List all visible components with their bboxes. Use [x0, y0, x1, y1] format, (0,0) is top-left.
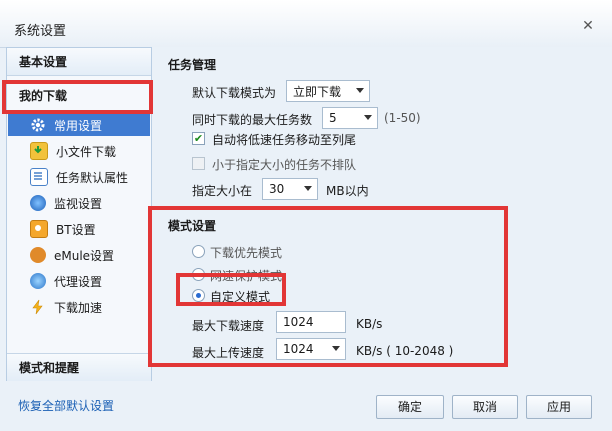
max-tasks-select[interactable]: 5	[322, 107, 378, 129]
gear-icon	[30, 117, 46, 133]
apply-button[interactable]: 应用	[526, 395, 592, 419]
skip-small-checkbox[interactable]	[192, 157, 205, 170]
proxy-icon	[30, 273, 46, 289]
max-tasks-label: 同时下载的最大任务数	[192, 113, 313, 127]
task-properties-icon	[30, 168, 48, 186]
annotation-highlight-custom-mode	[176, 273, 286, 306]
default-mode-label: 默认下载模式为	[192, 86, 277, 100]
skip-small-label: 小于指定大小的任务不排队	[212, 158, 357, 172]
nav-item-emule-settings[interactable]: eMule设置	[8, 244, 150, 266]
nav-item-label: 常用设置	[54, 118, 103, 133]
nav-item-small-file-download[interactable]: 小文件下载	[8, 140, 150, 162]
monitor-icon	[30, 195, 46, 211]
nav-header-basic[interactable]: 基本设置	[7, 48, 151, 76]
close-button[interactable]: ✕	[576, 16, 600, 36]
nav-item-label: 任务默认属性	[56, 170, 129, 185]
nav-item-task-default-properties[interactable]: 任务默认属性	[8, 166, 150, 188]
nav-item-common-settings[interactable]: 常用设置	[8, 114, 150, 136]
restore-defaults-link[interactable]: 恢复全部默认设置	[18, 397, 114, 414]
emule-icon	[30, 247, 46, 263]
chevron-down-icon	[364, 115, 372, 120]
chevron-down-icon	[356, 88, 364, 93]
default-mode-select[interactable]: 立即下载	[286, 80, 370, 102]
nav-item-label: BT设置	[56, 222, 96, 237]
chevron-down-icon	[304, 186, 312, 191]
small-file-download-icon	[30, 142, 48, 160]
cancel-button[interactable]: 取消	[452, 395, 518, 419]
nav-item-bt-settings[interactable]: BT设置	[8, 218, 150, 240]
window-title: 系统设置	[14, 24, 67, 39]
nav-item-download-acceleration[interactable]: 下载加速	[8, 296, 150, 318]
lightning-icon	[30, 299, 46, 315]
nav-item-label: eMule设置	[54, 248, 115, 263]
size-unit: MB以内	[326, 184, 369, 198]
size-value: 30	[269, 182, 285, 196]
max-tasks-value: 5	[329, 111, 337, 125]
nav-header-mode-reminder[interactable]: 模式和提醒	[7, 353, 151, 381]
nav-item-label: 代理设置	[54, 274, 103, 289]
ok-button[interactable]: 确定	[376, 395, 444, 419]
max-tasks-range: (1-50)	[384, 111, 421, 125]
nav-item-proxy-settings[interactable]: 代理设置	[8, 270, 150, 292]
auto-move-checkbox[interactable]: ✔	[192, 132, 205, 145]
bt-icon	[30, 220, 48, 238]
default-mode-value: 立即下载	[293, 84, 342, 99]
task-section-title: 任务管理	[168, 58, 217, 72]
size-select[interactable]: 30	[262, 178, 318, 200]
nav-item-label: 监视设置	[54, 196, 103, 211]
nav-item-monitor-settings[interactable]: 监视设置	[8, 192, 150, 214]
title-bar	[0, 0, 612, 48]
nav-item-label: 小文件下载	[56, 144, 117, 159]
annotation-highlight-my-download	[2, 80, 153, 114]
size-label: 指定大小在	[192, 184, 253, 198]
close-icon: ✕	[582, 18, 594, 34]
auto-move-label: 自动将低速任务移动至列尾	[212, 133, 357, 147]
nav-item-label: 下载加速	[54, 300, 103, 315]
